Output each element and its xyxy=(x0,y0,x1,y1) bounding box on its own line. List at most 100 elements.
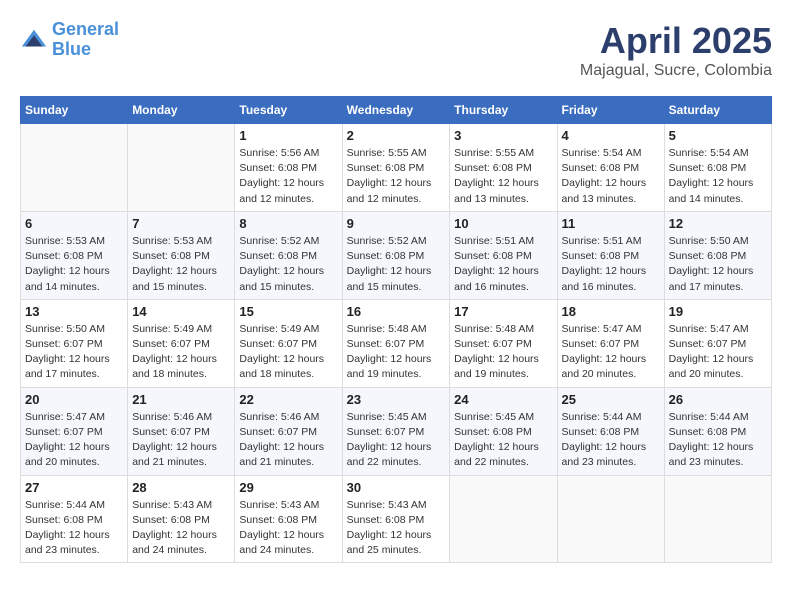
day-number: 22 xyxy=(239,392,337,407)
day-number: 14 xyxy=(132,304,230,319)
day-number: 17 xyxy=(454,304,552,319)
day-cell: 1Sunrise: 5:56 AMSunset: 6:08 PMDaylight… xyxy=(235,124,342,212)
day-info: Sunrise: 5:45 AMSunset: 6:08 PMDaylight:… xyxy=(454,410,552,471)
day-number: 27 xyxy=(25,480,123,495)
day-cell: 4 Sunrise: 5:54 AMSunset: 6:08 PMDaylight… xyxy=(557,124,664,212)
day-info: Sunrise: 5:46 AMSunset: 6:07 PMDaylight:… xyxy=(239,410,337,471)
day-cell: 22 Sunrise: 5:46 AMSunset: 6:07 PMDayligh… xyxy=(235,387,342,475)
day-cell: 8Sunrise: 5:52 AMSunset: 6:08 PMDaylight… xyxy=(235,211,342,299)
day-info: Sunrise: 5:50 AMSunset: 6:08 PMDaylight:… xyxy=(669,234,767,295)
weekday-header-thursday: Thursday xyxy=(450,97,557,124)
weekday-header-friday: Friday xyxy=(557,97,664,124)
week-row-5: 27 Sunrise: 5:44 AMSunset: 6:08 PMDayligh… xyxy=(21,475,772,563)
day-info: Sunrise: 5:43 AMSunset: 6:08 PMDaylight:… xyxy=(347,498,446,559)
weekday-header-row: SundayMondayTuesdayWednesdayThursdayFrid… xyxy=(21,97,772,124)
day-info: Sunrise: 5:47 AMSunset: 6:07 PMDaylight:… xyxy=(562,322,660,383)
calendar-header: SundayMondayTuesdayWednesdayThursdayFrid… xyxy=(21,97,772,124)
day-info: Sunrise: 5:53 AMSunset: 6:08 PMDaylight:… xyxy=(25,234,123,295)
day-info: Sunrise: 5:47 AMSunset: 6:07 PMDaylight:… xyxy=(669,322,767,383)
day-info: Sunrise: 5:50 AMSunset: 6:07 PMDaylight:… xyxy=(25,322,123,383)
day-number: 12 xyxy=(669,216,767,231)
calendar-subtitle: Majagual, Sucre, Colombia xyxy=(580,62,772,80)
day-info: Sunrise: 5:55 AMSunset: 6:08 PMDaylight:… xyxy=(454,146,552,207)
weekday-header-wednesday: Wednesday xyxy=(342,97,450,124)
day-number: 28 xyxy=(132,480,230,495)
logo: General Blue xyxy=(20,20,119,60)
day-cell: 15Sunrise: 5:49 AMSunset: 6:07 PMDayligh… xyxy=(235,299,342,387)
day-info: Sunrise: 5:53 AMSunset: 6:08 PMDaylight:… xyxy=(132,234,230,295)
page-header: General Blue April 2025 Majagual, Sucre,… xyxy=(20,20,772,80)
day-cell xyxy=(450,475,557,563)
day-info: Sunrise: 5:44 AMSunset: 6:08 PMDaylight:… xyxy=(562,410,660,471)
day-cell: 16 Sunrise: 5:48 AMSunset: 6:07 PMDayligh… xyxy=(342,299,450,387)
day-cell: 18 Sunrise: 5:47 AMSunset: 6:07 PMDayligh… xyxy=(557,299,664,387)
title-section: April 2025 Majagual, Sucre, Colombia xyxy=(580,20,772,80)
day-info: Sunrise: 5:55 AMSunset: 6:08 PMDaylight:… xyxy=(347,146,446,207)
logo-line1: General xyxy=(52,19,119,39)
day-cell: 2Sunrise: 5:55 AMSunset: 6:08 PMDaylight… xyxy=(342,124,450,212)
day-cell: 11 Sunrise: 5:51 AMSunset: 6:08 PMDayligh… xyxy=(557,211,664,299)
day-cell: 7 Sunrise: 5:53 AMSunset: 6:08 PMDaylight… xyxy=(128,211,235,299)
week-row-4: 20 Sunrise: 5:47 AMSunset: 6:07 PMDayligh… xyxy=(21,387,772,475)
day-info: Sunrise: 5:43 AMSunset: 6:08 PMDaylight:… xyxy=(132,498,230,559)
day-info: Sunrise: 5:44 AMSunset: 6:08 PMDaylight:… xyxy=(25,498,123,559)
day-number: 4 xyxy=(562,128,660,143)
week-row-2: 6 Sunrise: 5:53 AMSunset: 6:08 PMDaylight… xyxy=(21,211,772,299)
day-number: 30 xyxy=(347,480,446,495)
day-cell: 6 Sunrise: 5:53 AMSunset: 6:08 PMDaylight… xyxy=(21,211,128,299)
day-number: 18 xyxy=(562,304,660,319)
day-number: 20 xyxy=(25,392,123,407)
day-info: Sunrise: 5:48 AMSunset: 6:07 PMDaylight:… xyxy=(454,322,552,383)
day-cell: 30 Sunrise: 5:43 AMSunset: 6:08 PMDayligh… xyxy=(342,475,450,563)
day-number: 16 xyxy=(347,304,446,319)
day-info: Sunrise: 5:54 AMSunset: 6:08 PMDaylight:… xyxy=(669,146,767,207)
weekday-header-saturday: Saturday xyxy=(664,97,771,124)
calendar-body: 1Sunrise: 5:56 AMSunset: 6:08 PMDaylight… xyxy=(21,124,772,563)
day-info: Sunrise: 5:51 AMSunset: 6:08 PMDaylight:… xyxy=(562,234,660,295)
day-number: 29 xyxy=(239,480,337,495)
day-number: 25 xyxy=(562,392,660,407)
day-cell: 13 Sunrise: 5:50 AMSunset: 6:07 PMDayligh… xyxy=(21,299,128,387)
day-info: Sunrise: 5:52 AMSunset: 6:08 PMDaylight:… xyxy=(239,234,337,295)
day-cell: 29 Sunrise: 5:43 AMSunset: 6:08 PMDayligh… xyxy=(235,475,342,563)
day-number: 13 xyxy=(25,304,123,319)
day-cell: 26 Sunrise: 5:44 AMSunset: 6:08 PMDayligh… xyxy=(664,387,771,475)
week-row-1: 1Sunrise: 5:56 AMSunset: 6:08 PMDaylight… xyxy=(21,124,772,212)
day-info: Sunrise: 5:44 AMSunset: 6:08 PMDaylight:… xyxy=(669,410,767,471)
day-cell xyxy=(664,475,771,563)
day-cell: 17 Sunrise: 5:48 AMSunset: 6:07 PMDayligh… xyxy=(450,299,557,387)
day-number: 5 xyxy=(669,128,767,143)
day-info: Sunrise: 5:49 AMSunset: 6:07 PMDaylight:… xyxy=(132,322,230,383)
weekday-header-sunday: Sunday xyxy=(21,97,128,124)
day-cell xyxy=(557,475,664,563)
day-number: 11 xyxy=(562,216,660,231)
day-cell: 21Sunrise: 5:46 AMSunset: 6:07 PMDayligh… xyxy=(128,387,235,475)
day-number: 21 xyxy=(132,392,230,407)
day-number: 23 xyxy=(347,392,446,407)
day-cell: 20 Sunrise: 5:47 AMSunset: 6:07 PMDayligh… xyxy=(21,387,128,475)
day-cell: 28 Sunrise: 5:43 AMSunset: 6:08 PMDayligh… xyxy=(128,475,235,563)
day-number: 24 xyxy=(454,392,552,407)
day-number: 6 xyxy=(25,216,123,231)
day-number: 7 xyxy=(132,216,230,231)
day-cell: 24 Sunrise: 5:45 AMSunset: 6:08 PMDayligh… xyxy=(450,387,557,475)
day-info: Sunrise: 5:48 AMSunset: 6:07 PMDaylight:… xyxy=(347,322,446,383)
day-info: Sunrise: 5:47 AMSunset: 6:07 PMDaylight:… xyxy=(25,410,123,471)
day-cell: 25 Sunrise: 5:44 AMSunset: 6:08 PMDayligh… xyxy=(557,387,664,475)
day-number: 10 xyxy=(454,216,552,231)
logo-line2: Blue xyxy=(52,39,91,59)
logo-text: General Blue xyxy=(52,20,119,60)
weekday-header-tuesday: Tuesday xyxy=(235,97,342,124)
day-info: Sunrise: 5:43 AMSunset: 6:08 PMDaylight:… xyxy=(239,498,337,559)
day-number: 19 xyxy=(669,304,767,319)
day-cell xyxy=(128,124,235,212)
day-cell: 9Sunrise: 5:52 AMSunset: 6:08 PMDaylight… xyxy=(342,211,450,299)
day-info: Sunrise: 5:54 AMSunset: 6:08 PMDaylight:… xyxy=(562,146,660,207)
day-cell: 23 Sunrise: 5:45 AMSunset: 6:07 PMDayligh… xyxy=(342,387,450,475)
day-cell: 27 Sunrise: 5:44 AMSunset: 6:08 PMDayligh… xyxy=(21,475,128,563)
day-info: Sunrise: 5:45 AMSunset: 6:07 PMDaylight:… xyxy=(347,410,446,471)
day-number: 26 xyxy=(669,392,767,407)
week-row-3: 13 Sunrise: 5:50 AMSunset: 6:07 PMDayligh… xyxy=(21,299,772,387)
day-cell xyxy=(21,124,128,212)
day-info: Sunrise: 5:56 AMSunset: 6:08 PMDaylight:… xyxy=(239,146,337,207)
